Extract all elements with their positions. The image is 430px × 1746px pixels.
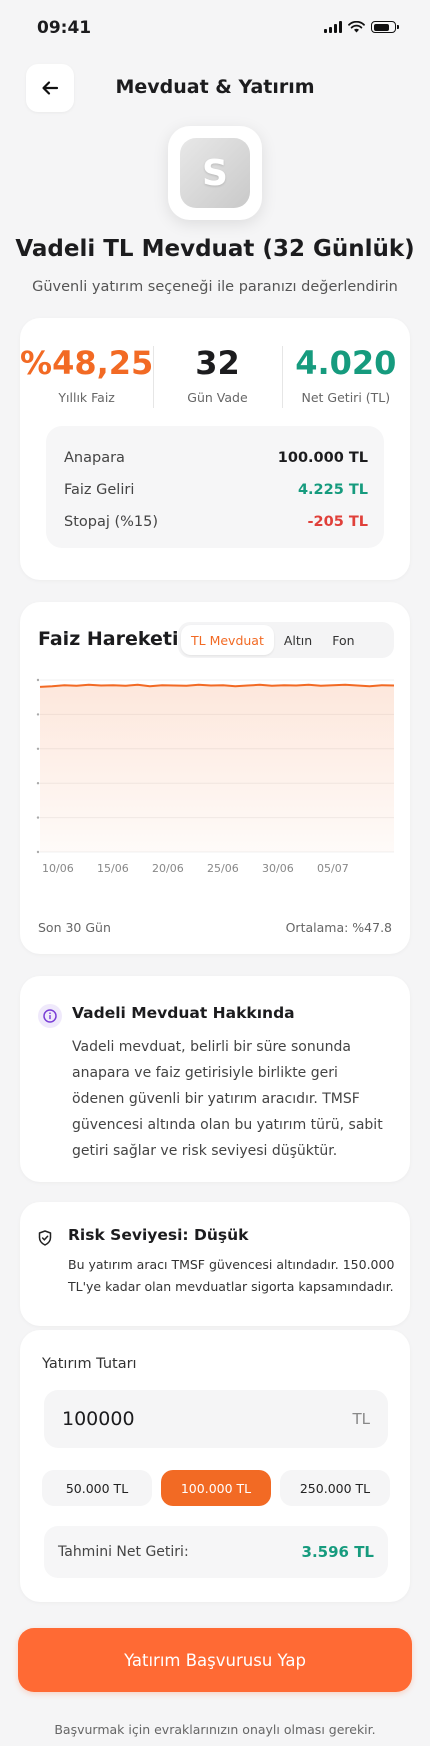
status-time: 09:41 bbox=[37, 18, 92, 38]
amount-presets: 50.000 TL 100.000 TL 250.000 TL bbox=[42, 1470, 390, 1506]
status-icons bbox=[324, 21, 399, 33]
about-body: Vadeli mevduat, belirli bir süre sonunda… bbox=[72, 1039, 383, 1159]
chart-x-tick-label: 05/07 bbox=[317, 862, 349, 875]
stat-net-return: 4.020 Net Getiri (TL) bbox=[281, 344, 410, 408]
preset-50000-button[interactable]: 50.000 TL bbox=[42, 1470, 152, 1506]
chart-area-fill bbox=[40, 684, 394, 852]
chart-y-tick bbox=[36, 713, 40, 716]
battery-icon bbox=[371, 21, 399, 33]
stats-row: %48,25 Yıllık Faiz 32 Gün Vade 4.020 Net… bbox=[20, 344, 410, 408]
stat-value: 4.020 bbox=[295, 344, 397, 382]
investment-amount-input[interactable] bbox=[62, 1408, 302, 1430]
chart-title: Faiz Hareketi bbox=[38, 628, 179, 650]
chart-y-tick bbox=[36, 747, 40, 750]
stat-value: 32 bbox=[195, 344, 240, 382]
about-title: Vadeli Mevduat Hakkında bbox=[72, 1004, 295, 1022]
risk-body: Bu yatırım aracı TMSF güvencesi altındad… bbox=[68, 1257, 395, 1294]
estimated-return-value: 3.596 TL bbox=[301, 1543, 374, 1561]
risk-title: Risk Seviyesi: Düşük bbox=[68, 1226, 249, 1244]
breakdown-value: 100.000 TL bbox=[277, 450, 368, 466]
page-title: Mevduat & Yatırım bbox=[115, 76, 315, 98]
chart-x-tick-label: 15/06 bbox=[97, 862, 129, 875]
breakdown-key: Stopaj (%15) bbox=[64, 514, 159, 530]
preset-250000-button[interactable]: 250.000 TL bbox=[280, 1470, 390, 1506]
chart-average: Ortalama: %47.8 bbox=[285, 920, 392, 935]
rate-chart-card: Faiz Hareketi TL Mevduat Altın Fon 10/06… bbox=[20, 602, 410, 954]
tab-gold[interactable]: Altın bbox=[274, 625, 322, 655]
chart-x-tick-label: 30/06 bbox=[262, 862, 294, 875]
product-logo: S bbox=[168, 126, 262, 220]
about-card: Vadeli Mevduat Hakkında Vadeli mevduat, … bbox=[20, 976, 410, 1182]
product-title: Vadeli TL Mevduat (32 Günlük) bbox=[15, 236, 415, 262]
chart-y-tick bbox=[36, 850, 40, 854]
disclaimer-text: Başvurmak için evraklarınızın onaylı olm… bbox=[54, 1722, 376, 1737]
stat-term-days: 32 Gün Vade bbox=[153, 344, 281, 408]
breakdown-row-interest: Faiz Geliri 4.225 TL bbox=[64, 474, 368, 506]
estimated-return: Tahmini Net Getiri: 3.596 TL bbox=[44, 1526, 388, 1578]
breakdown-row-withholding: Stopaj (%15) -205 TL bbox=[64, 506, 368, 538]
estimated-return-label: Tahmini Net Getiri: bbox=[58, 1544, 189, 1560]
info-icon bbox=[43, 1009, 57, 1023]
chart-y-tick bbox=[36, 816, 40, 819]
tab-tl-deposit[interactable]: TL Mevduat bbox=[181, 625, 274, 655]
rate-summary-card: %48,25 Yıllık Faiz 32 Gün Vade 4.020 Net… bbox=[20, 318, 410, 580]
investment-amount-card: Yatırım Tutarı TL 50.000 TL 100.000 TL 2… bbox=[20, 1330, 410, 1602]
investment-amount-label: Yatırım Tutarı bbox=[42, 1356, 137, 1372]
rate-chart: 10/06 15/06 20/06 25/06 30/06 05/07 bbox=[36, 678, 395, 875]
stat-label: Yıllık Faiz bbox=[58, 390, 115, 405]
logo-letter: S bbox=[180, 138, 250, 208]
shield-icon bbox=[38, 1230, 52, 1246]
stat-label: Gün Vade bbox=[187, 390, 248, 405]
stat-annual-rate: %48,25 Yıllık Faiz bbox=[20, 344, 153, 405]
info-icon-badge bbox=[38, 1004, 62, 1028]
currency-label: TL bbox=[352, 1410, 370, 1428]
chart-x-tick-label: 25/06 bbox=[207, 862, 239, 875]
return-breakdown: Anapara 100.000 TL Faiz Geliri 4.225 TL … bbox=[46, 426, 384, 548]
chart-period: Son 30 Gün bbox=[38, 920, 111, 935]
chart-x-tick-label: 20/06 bbox=[152, 862, 184, 875]
cellular-signal-icon bbox=[324, 21, 342, 33]
breakdown-value: 4.225 TL bbox=[297, 482, 368, 498]
chart-y-tick bbox=[36, 782, 40, 785]
chart-y-tick bbox=[36, 678, 40, 682]
preset-100000-button[interactable]: 100.000 TL bbox=[161, 1470, 271, 1506]
breakdown-row-principal: Anapara 100.000 TL bbox=[64, 442, 368, 474]
breakdown-value: -205 TL bbox=[307, 514, 368, 530]
status-bar: 09:41 bbox=[0, 0, 430, 60]
chart-x-tick-label: 10/06 bbox=[42, 862, 74, 875]
chart-tabs: TL Mevduat Altın Fon bbox=[178, 622, 394, 658]
wifi-icon bbox=[348, 21, 365, 33]
stat-label: Net Getiri (TL) bbox=[301, 390, 391, 405]
apply-investment-button[interactable]: Yatırım Başvurusu Yap bbox=[18, 1628, 412, 1692]
breakdown-key: Faiz Geliri bbox=[64, 482, 135, 498]
product-subtitle: Güvenli yatırım seçeneği ile paranızı de… bbox=[32, 279, 398, 295]
breakdown-key: Anapara bbox=[64, 450, 125, 466]
stat-value: %48,25 bbox=[20, 344, 154, 382]
investment-amount-field[interactable]: TL bbox=[44, 1390, 388, 1448]
tab-fund[interactable]: Fon bbox=[322, 625, 364, 655]
risk-card: Risk Seviyesi: Düşük Bu yatırım aracı TM… bbox=[20, 1202, 410, 1326]
